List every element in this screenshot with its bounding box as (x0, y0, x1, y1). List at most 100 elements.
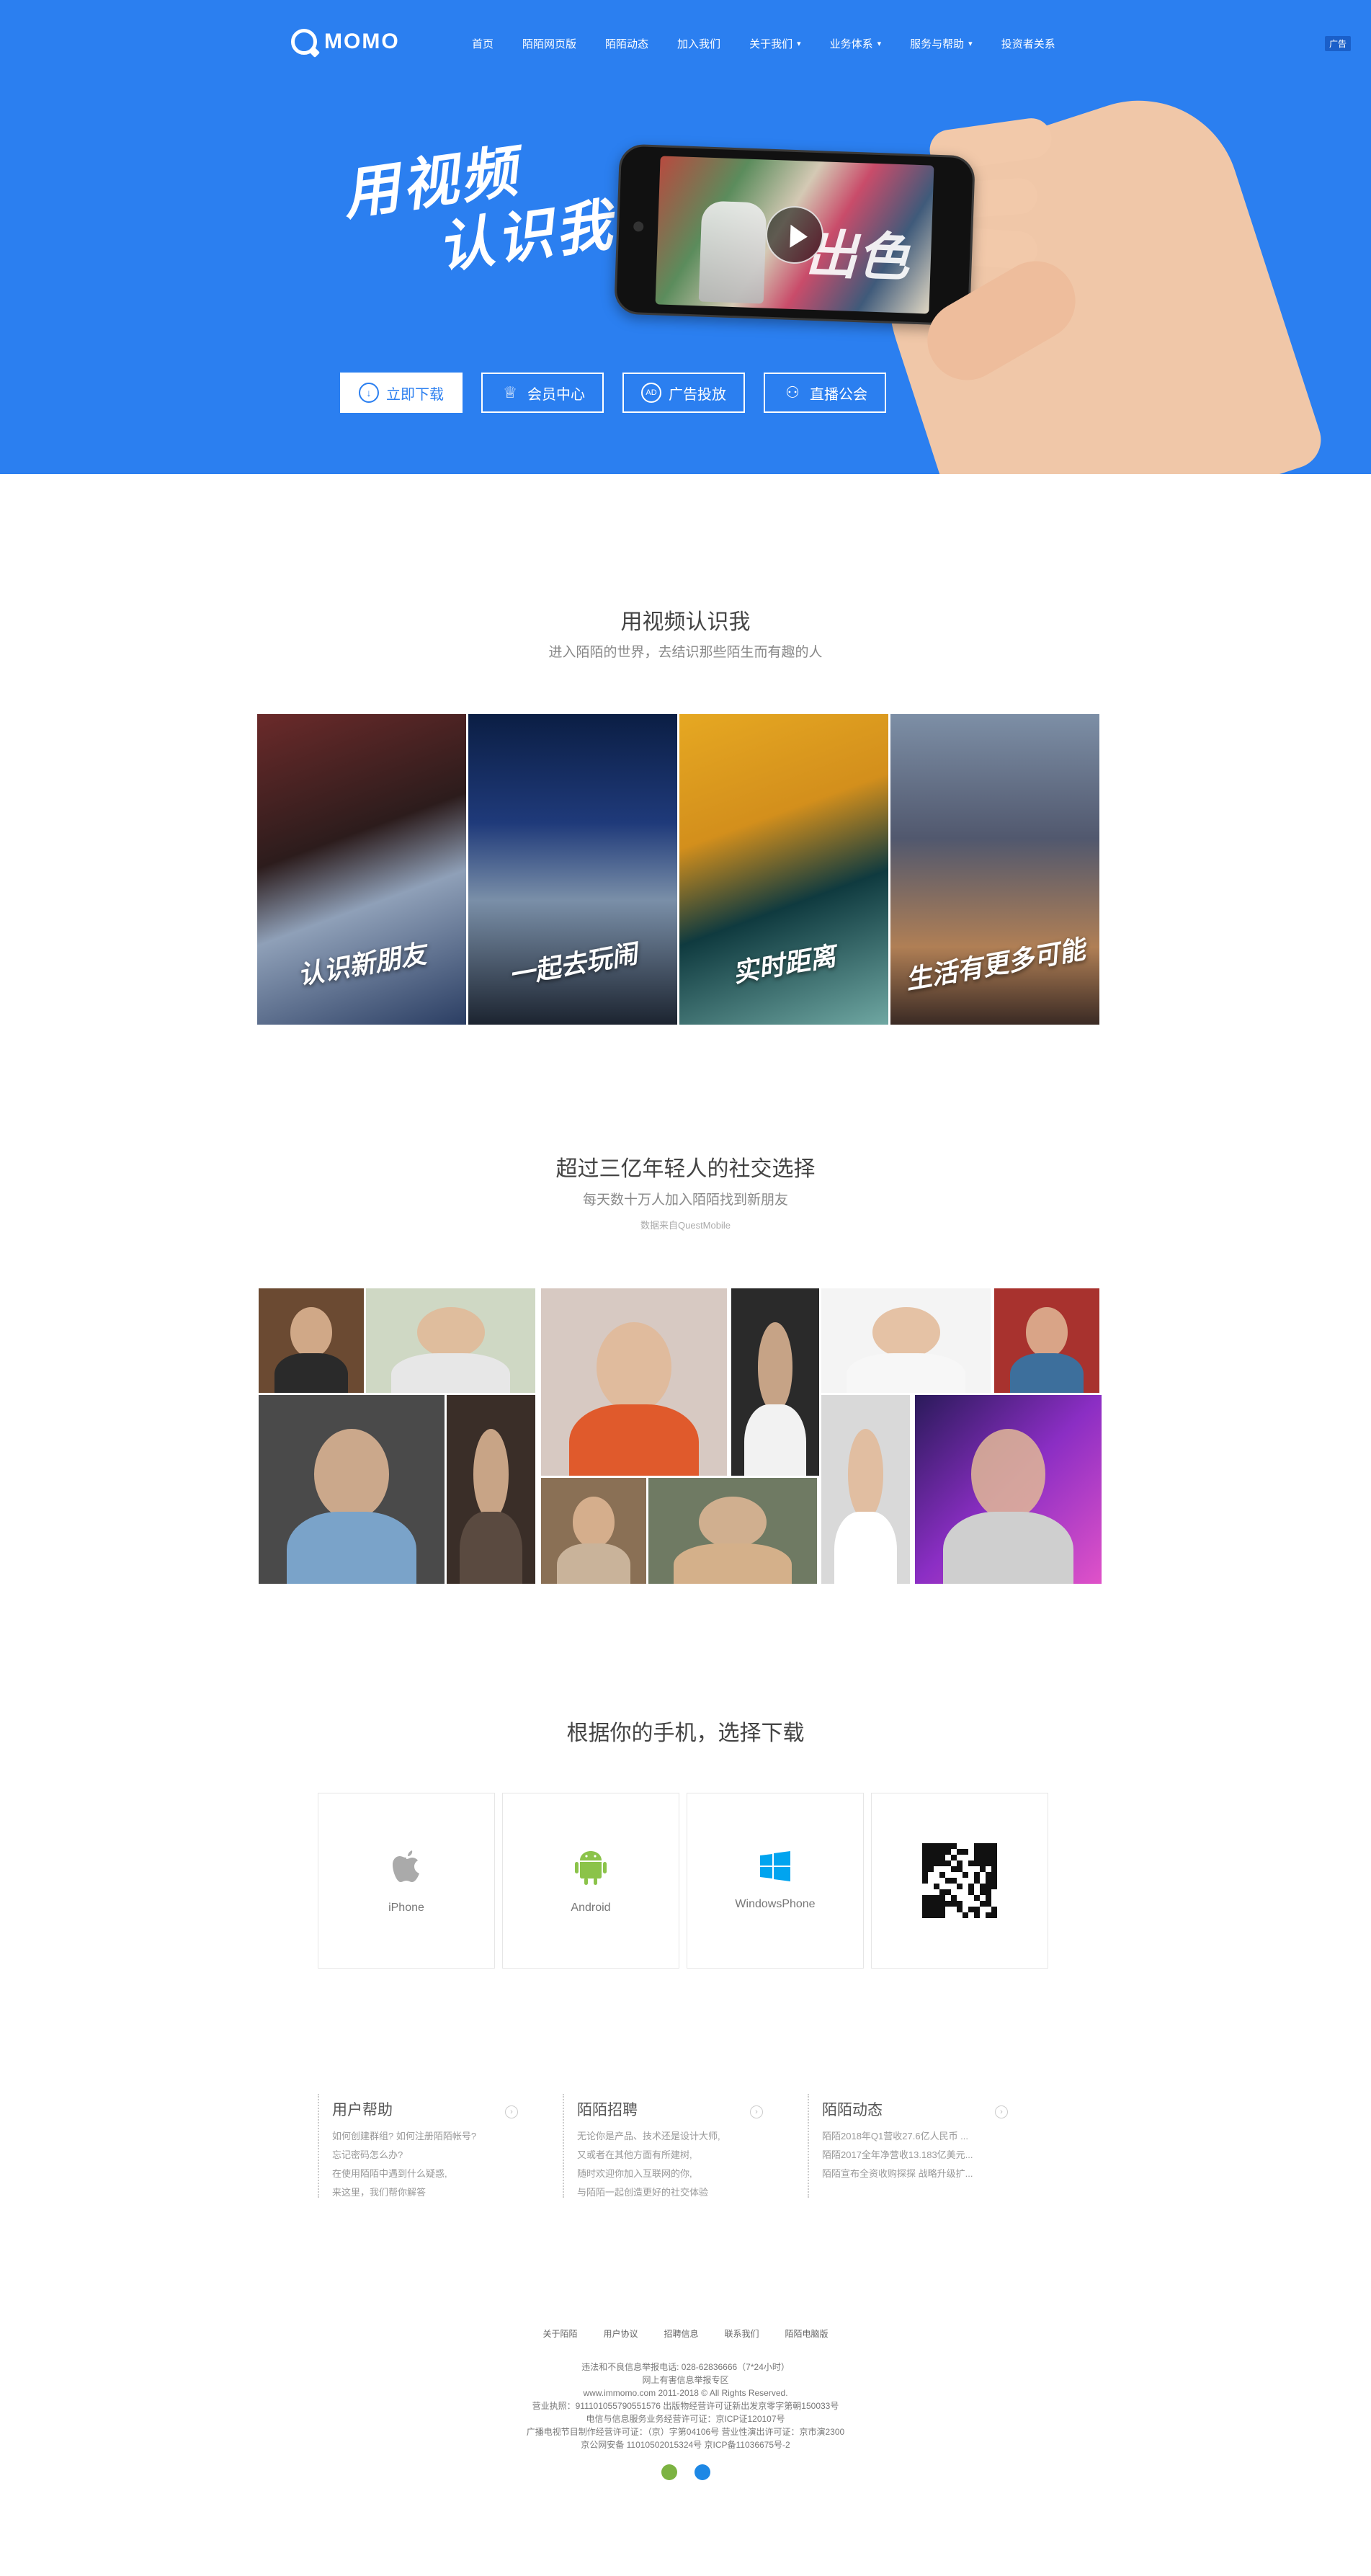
qr-module (928, 1855, 934, 1860)
qr-module (963, 1866, 968, 1872)
qr-module (980, 1889, 986, 1895)
qr-module (957, 1843, 963, 1849)
feature-card: 实时距离 (679, 714, 888, 1025)
footer-link-pc-version[interactable]: 陌陌电脑版 (785, 2327, 829, 2340)
user-photo-body (942, 1512, 1074, 1584)
qr-module (968, 1849, 974, 1855)
qr-module (986, 1866, 991, 1872)
qr-module (939, 1872, 945, 1878)
nav-help[interactable]: 服务与帮助 ▾ (896, 36, 987, 51)
qr-module (986, 1907, 991, 1912)
download-iphone-card[interactable]: iPhone (318, 1793, 495, 1969)
download-qr-card[interactable] (871, 1793, 1048, 1969)
arrow-right-icon[interactable]: › (995, 2105, 1008, 2118)
footer-link-about[interactable]: 关于陌陌 (542, 2327, 577, 2340)
qr-module (951, 1843, 957, 1849)
nav-web-version[interactable]: 陌陌网页版 (508, 36, 591, 51)
nav-about-us[interactable]: 关于我们 ▾ (735, 36, 816, 51)
video-person (698, 200, 767, 304)
help-title[interactable]: 陌陌招聘 (577, 2098, 808, 2120)
qr-module (968, 1872, 974, 1878)
qr-module (922, 1878, 928, 1884)
qr-module (928, 1878, 934, 1884)
download-android-card[interactable]: Android (502, 1793, 679, 1969)
nav-news[interactable]: 陌陌动态 (591, 36, 663, 51)
qr-module (939, 1843, 945, 1849)
user-photo-body (460, 1512, 522, 1584)
qr-module (974, 1912, 980, 1918)
help-line[interactable]: 陌陌宣布全资收购探探 战略升级扩... (822, 2165, 1053, 2183)
qr-module (934, 1866, 939, 1872)
help-line[interactable]: 如何创建群组? 如何注册陌陌帐号? (332, 2127, 563, 2146)
user-photo (994, 1288, 1099, 1393)
qr-module (928, 1872, 934, 1878)
qr-module (968, 1895, 974, 1901)
legal-line[interactable]: 网上有害信息举报专区 (0, 2374, 1371, 2386)
nav-join-us[interactable]: 加入我们 (663, 36, 735, 51)
feature-strip: 认识新朋友 一起去玩闹 实时距离 生活有更多可能 (257, 714, 1099, 1025)
arrow-right-icon[interactable]: › (750, 2105, 763, 2118)
help-title[interactable]: 用户帮助 (332, 2098, 563, 2120)
qr-module (957, 1860, 963, 1866)
qr-module (974, 1901, 980, 1907)
user-photo-face (970, 1429, 1046, 1520)
qr-module (945, 1884, 951, 1889)
qr-module (980, 1912, 986, 1918)
qr-module (957, 1878, 963, 1884)
qr-module (986, 1872, 991, 1878)
trust-badge-icon[interactable] (661, 2464, 677, 2480)
footer-link-contact[interactable]: 联系我们 (725, 2327, 759, 2340)
user-photo-face (597, 1322, 671, 1412)
live-guild-button[interactable]: ⚇ 直播公会 (764, 373, 886, 413)
qr-module (939, 1901, 945, 1907)
user-photo-face (699, 1497, 767, 1548)
qr-module (951, 1872, 957, 1878)
qr-module (945, 1878, 951, 1884)
qr-module (974, 1878, 980, 1884)
nav-home[interactable]: 首页 (457, 36, 508, 51)
qr-module (922, 1889, 928, 1895)
footer-links: 关于陌陌 用户协议 招聘信息 联系我们 陌陌电脑版 (0, 2327, 1371, 2340)
qr-module (934, 1855, 939, 1860)
qr-module (986, 1912, 991, 1918)
help-line[interactable]: 陌陌2018年Q1营收27.6亿人民币 ... (822, 2127, 1053, 2146)
nav-investors[interactable]: 投资者关系 (987, 36, 1070, 51)
arrow-right-icon[interactable]: › (505, 2105, 518, 2118)
qr-module (986, 1860, 991, 1866)
ad-badge: 广告 (1324, 36, 1351, 51)
hero-buttons: ↓ 立即下载 ♕ 会员中心 AD 广告投放 ⚇ 直播公会 (340, 373, 886, 413)
help-line[interactable]: 在使用陌陌中遇到什么疑惑, (332, 2165, 563, 2183)
help-line[interactable]: 来这里，我们帮你解答 (332, 2183, 563, 2202)
footer-link-user-agreement[interactable]: 用户协议 (603, 2327, 638, 2340)
qr-module (951, 1878, 957, 1884)
qr-module (957, 1901, 963, 1907)
qr-module (945, 1901, 951, 1907)
nav-label: 投资者关系 (1001, 38, 1055, 50)
qr-module (991, 1901, 997, 1907)
download-now-button[interactable]: ↓ 立即下载 (340, 373, 463, 413)
help-line[interactable]: 陌陌2017全年净营收13.183亿美元... (822, 2146, 1053, 2165)
member-center-button[interactable]: ♕ 会员中心 (481, 373, 604, 413)
qr-module (945, 1860, 951, 1866)
legal-line: 京公网安备 11010502015324号 京ICP备11036675号-2 (581, 2440, 790, 2450)
qr-module (951, 1884, 957, 1889)
certification-badges (0, 2464, 1371, 2480)
security-badge-icon[interactable] (694, 2464, 710, 2480)
qr-module (951, 1901, 957, 1907)
qr-module (934, 1872, 939, 1878)
download-windowsphone-card[interactable]: WindowsPhone (687, 1793, 864, 1969)
qr-module (986, 1849, 991, 1855)
qr-module (945, 1866, 951, 1872)
user-photo (447, 1395, 535, 1584)
ad-placement-button[interactable]: AD 广告投放 (622, 373, 745, 413)
qr-module (928, 1843, 934, 1849)
nav-business[interactable]: 业务体系 ▾ (816, 36, 896, 51)
help-line[interactable]: 忘记密码怎么办? (332, 2146, 563, 2165)
qr-module (974, 1860, 980, 1866)
momo-logo[interactable]: MOMO (291, 29, 400, 55)
help-title[interactable]: 陌陌动态 (822, 2098, 1053, 2120)
qr-module (945, 1889, 951, 1895)
footer-link-jobs[interactable]: 招聘信息 (664, 2327, 698, 2340)
user-photo (259, 1395, 445, 1584)
qr-module (939, 1889, 945, 1895)
